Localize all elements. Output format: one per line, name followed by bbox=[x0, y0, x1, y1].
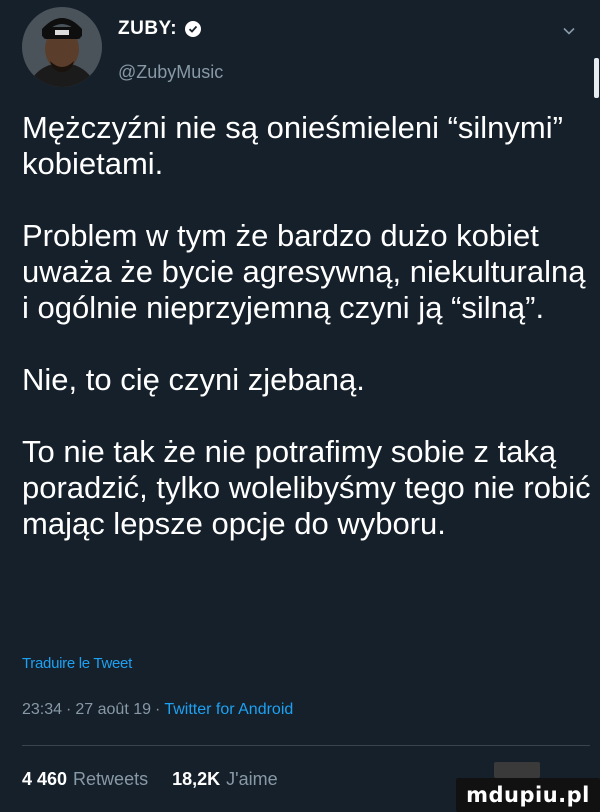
scrollbar[interactable] bbox=[594, 58, 599, 98]
retweets-label[interactable]: Retweets bbox=[73, 769, 148, 790]
profile-photo bbox=[22, 7, 102, 87]
tweet-stats: 4 460 Retweets 18,2K J'aime bbox=[22, 769, 278, 790]
tweet-date[interactable]: 27 août 19 bbox=[75, 701, 151, 719]
meta-separator: · bbox=[66, 701, 72, 718]
retweets-count[interactable]: 4 460 bbox=[22, 769, 67, 790]
divider bbox=[22, 745, 590, 746]
tweet-source-link[interactable]: Twitter for Android bbox=[164, 701, 293, 719]
tweet-meta: 23:34 · 27 août 19 · Twitter for Android bbox=[22, 701, 293, 719]
display-name-row[interactable]: ZUBY: bbox=[118, 18, 202, 40]
likes-count[interactable]: 18,2K bbox=[172, 769, 220, 790]
translate-tweet-link[interactable]: Traduire le Tweet bbox=[22, 655, 132, 672]
tweet-text: Mężczyźni nie są onieśmieleni “silnymi” … bbox=[22, 110, 592, 578]
tweet-paragraph: Mężczyźni nie są onieśmieleni “silnymi” … bbox=[22, 110, 563, 181]
tweet-time[interactable]: 23:34 bbox=[22, 701, 62, 719]
tweet-paragraph: Problem w tym że bardzo dużo kobiet uważ… bbox=[22, 218, 586, 325]
watermark: mdupiu.pl bbox=[456, 778, 600, 812]
verified-badge-icon bbox=[185, 21, 202, 37]
likes-label[interactable]: J'aime bbox=[226, 769, 277, 790]
display-name[interactable]: ZUBY: bbox=[118, 18, 177, 40]
tweet-paragraph: Nie, to cię czyni zjebaną. bbox=[22, 362, 365, 397]
meta-separator: · bbox=[155, 701, 161, 718]
chevron-down-icon[interactable] bbox=[562, 24, 576, 38]
avatar[interactable] bbox=[22, 7, 102, 87]
tweet-paragraph: To nie tak że nie potrafimy sobie z taką… bbox=[22, 434, 591, 541]
user-handle[interactable]: @ZubyMusic bbox=[118, 62, 223, 83]
watermark-logo bbox=[494, 762, 540, 778]
